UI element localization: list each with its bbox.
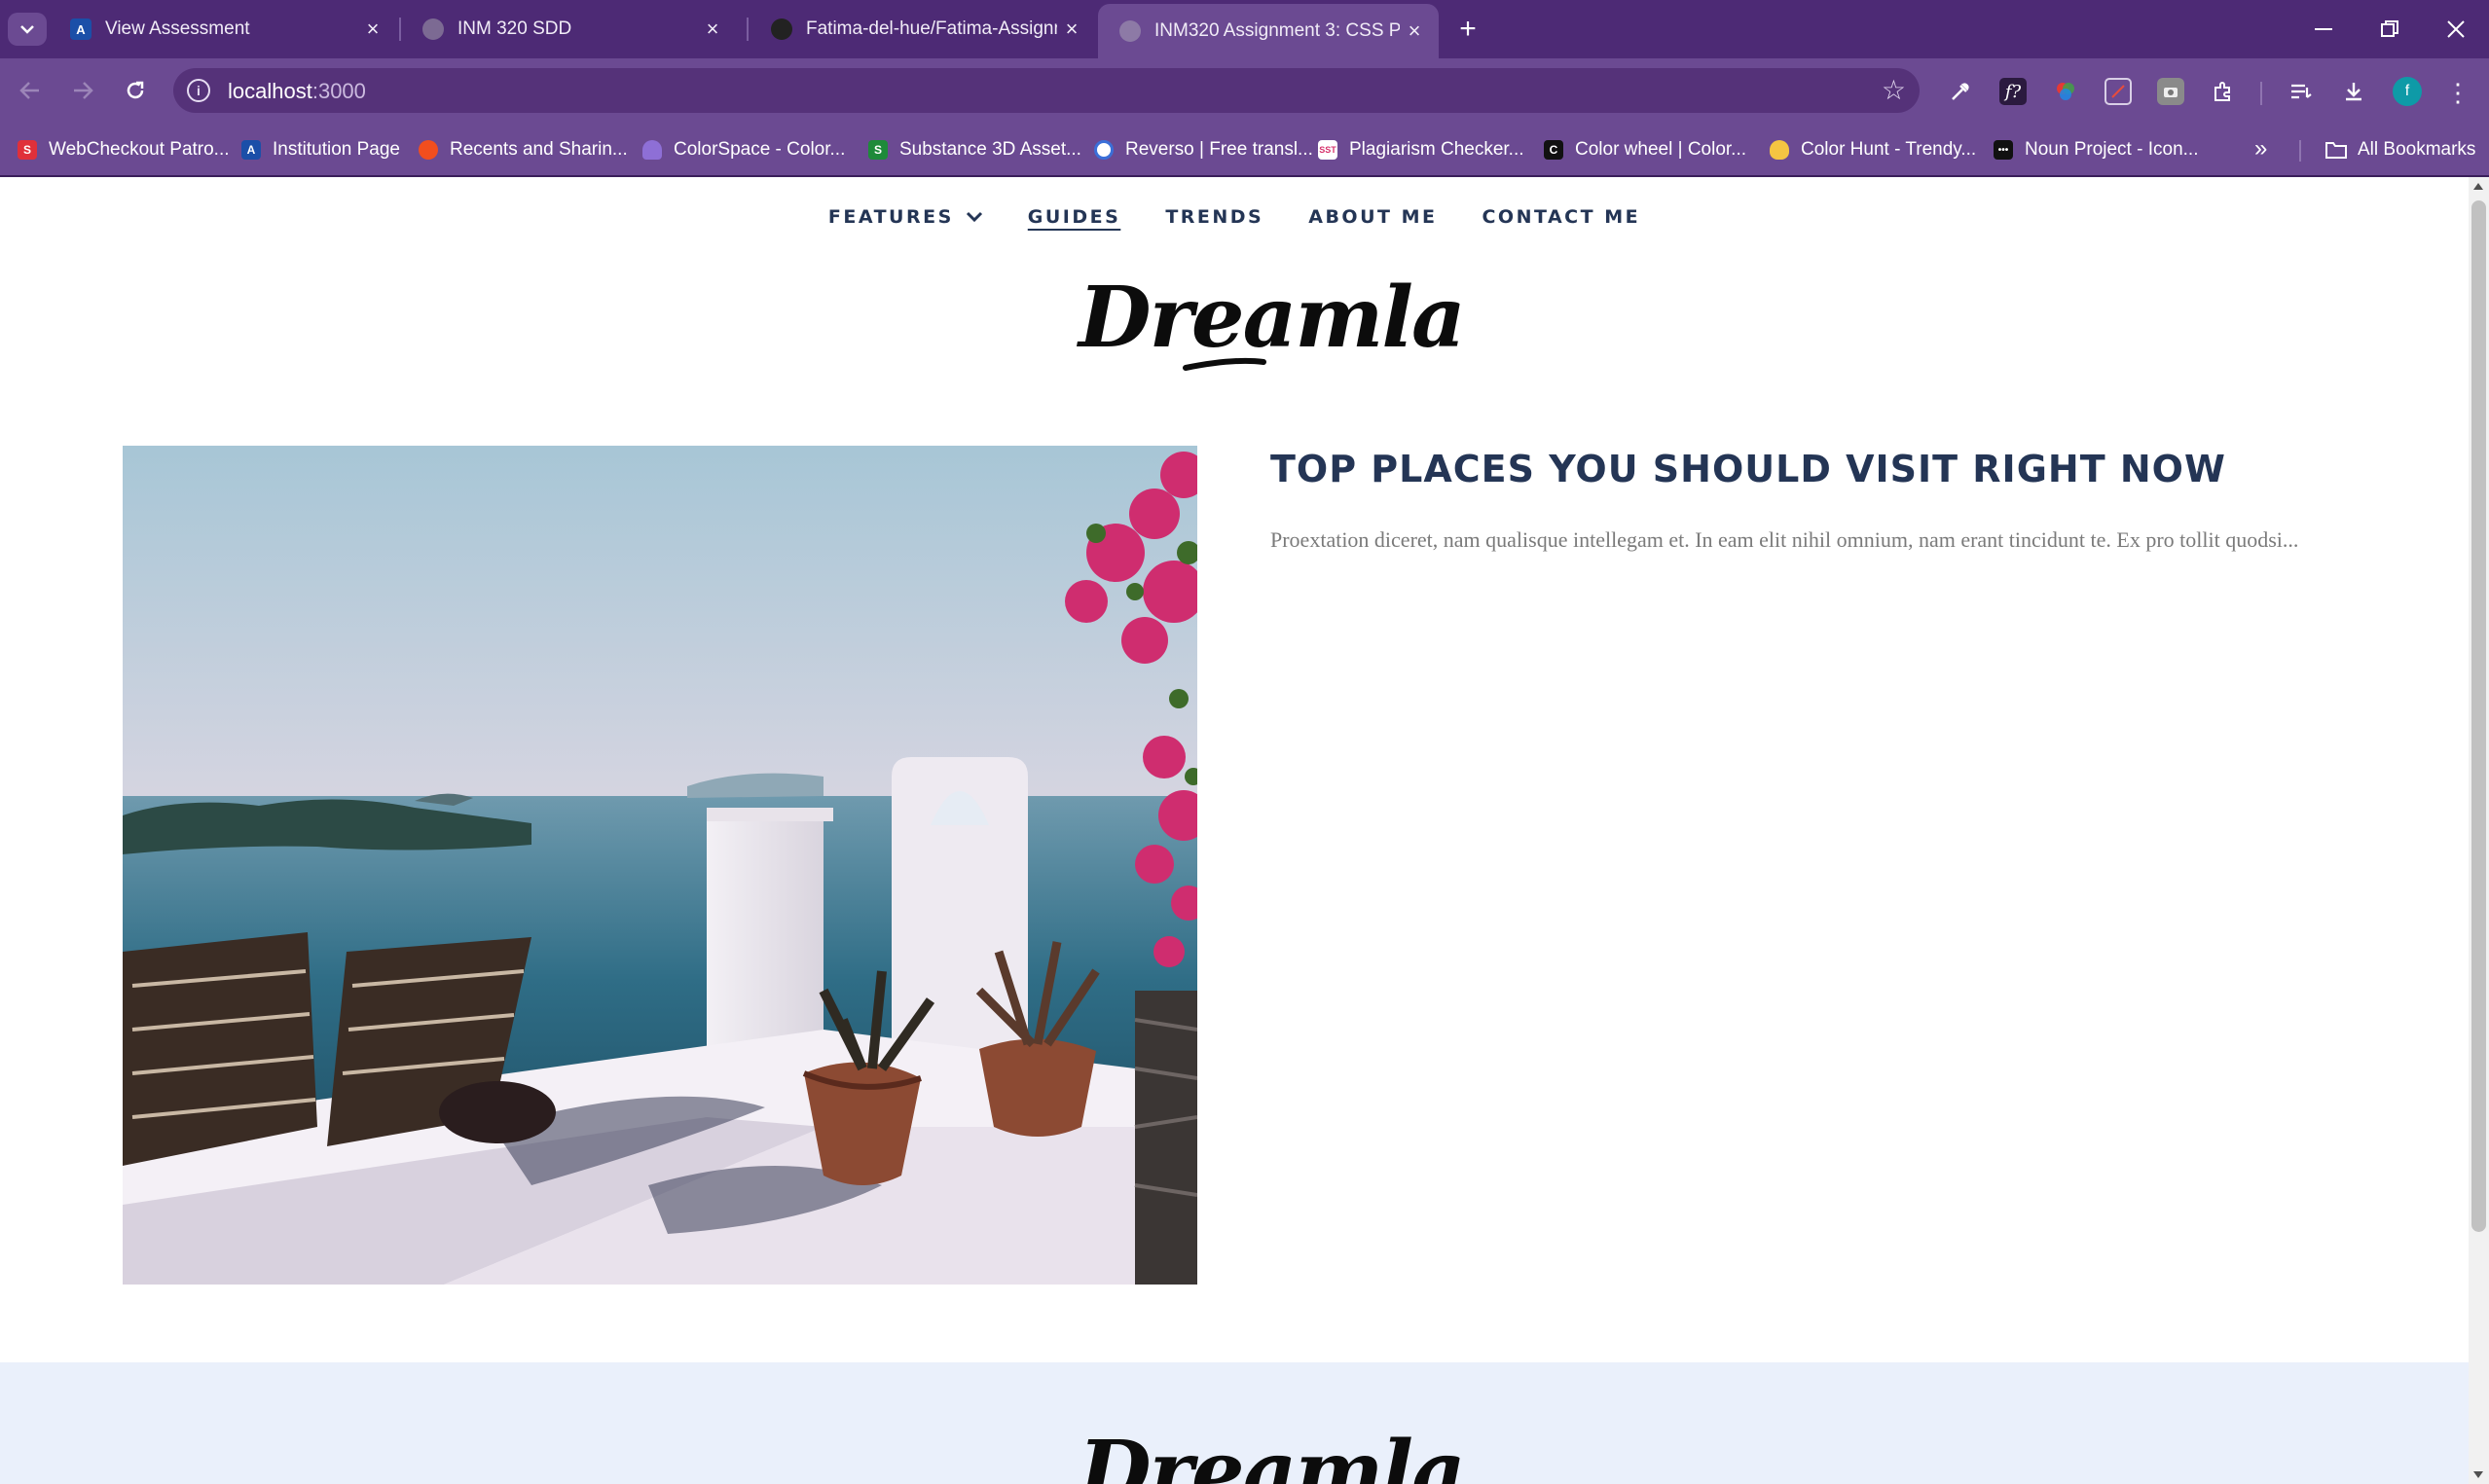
web-page: FEATURES GUIDES TRENDS ABOUT ME CONTACT …	[0, 177, 2469, 1484]
globe-icon	[1119, 20, 1141, 42]
anthology-icon: A	[241, 140, 261, 160]
color-picker-extension-icon[interactable]	[2052, 78, 2079, 105]
reading-list-icon[interactable]	[2288, 78, 2315, 105]
nav-trends[interactable]: TRENDS	[1165, 206, 1263, 228]
nav-contact-me[interactable]: CONTACT ME	[1482, 206, 1640, 228]
bookmark-institution-page[interactable]: A Institution Page	[241, 135, 400, 164]
whatfont-extension-icon[interactable]: f?	[1999, 78, 2027, 105]
bookmark-plagiarism-checker[interactable]: SST Plagiarism Checker...	[1318, 135, 1524, 164]
tab-divider	[747, 18, 749, 41]
close-window-button[interactable]	[2432, 10, 2480, 49]
nav-guides[interactable]: GUIDES	[1028, 206, 1121, 228]
site-navigation: FEATURES GUIDES TRENDS ABOUT ME CONTACT …	[0, 206, 2469, 228]
colorwheel-icon: C	[1544, 140, 1563, 160]
downloads-icon[interactable]	[2340, 78, 2367, 105]
forward-button[interactable]	[66, 74, 99, 107]
camera-extension-icon[interactable]	[2157, 78, 2184, 105]
new-tab-button[interactable]: +	[1450, 12, 1485, 47]
scrollbar-thumb[interactable]	[2471, 200, 2486, 1232]
tab-inm320-assignment-3[interactable]: INM320 Assignment 3: CSS Prep ×	[1098, 4, 1439, 58]
browser-toolbar: i localhost:3000 ☆ f? f ⋮	[0, 58, 2489, 123]
nav-about-me[interactable]: ABOUT ME	[1308, 206, 1437, 228]
more-bookmarks-icon[interactable]: »	[2254, 135, 2267, 163]
nav-features[interactable]: FEATURES	[828, 206, 983, 228]
sst-icon: SST	[1318, 140, 1337, 160]
bookmark-noun-project[interactable]: ••• Noun Project - Icon...	[1994, 135, 2198, 164]
close-tab-icon[interactable]: ×	[1400, 17, 1429, 46]
figma-icon	[419, 140, 438, 160]
bookmark-reverso[interactable]: Reverso | Free transl...	[1094, 135, 1313, 164]
chevron-down-icon	[966, 211, 982, 223]
all-bookmarks-folder[interactable]: All Bookmarks	[2324, 135, 2475, 164]
scroll-up-arrow-icon[interactable]	[2473, 183, 2483, 190]
page-scrollbar[interactable]	[2469, 177, 2489, 1484]
restore-icon	[2381, 20, 2398, 37]
webcheckout-icon: S	[18, 140, 37, 160]
close-tab-icon[interactable]: ×	[1057, 15, 1086, 44]
bookmarks-bar: S WebCheckout Patro... A Institution Pag…	[0, 123, 2489, 177]
reload-icon	[127, 81, 144, 99]
eyedropper-extension-icon[interactable]	[1947, 78, 1974, 105]
close-icon	[2447, 20, 2465, 38]
bookmarks-divider	[2299, 140, 2301, 162]
bookmark-star-icon[interactable]: ☆	[1882, 74, 1906, 106]
footer-section: Dreamla	[0, 1362, 2469, 1484]
post-excerpt: Proextation diceret, nam qualisque intel…	[1270, 527, 2299, 552]
arrow-left-icon	[19, 82, 39, 99]
anthology-icon: A	[70, 18, 92, 40]
globe-icon	[422, 18, 444, 40]
extensions-puzzle-icon[interactable]	[2210, 78, 2237, 105]
colorspace-icon	[642, 140, 662, 160]
tab-view-assessment[interactable]: A View Assessment ×	[49, 7, 397, 52]
close-tab-icon[interactable]: ×	[698, 15, 727, 44]
more-menu-icon[interactable]: ⋮	[2443, 76, 2472, 109]
substance-icon: S	[868, 140, 888, 160]
address-bar[interactable]: i localhost:3000 ☆	[173, 68, 1920, 113]
tab-inm-320-sdd[interactable]: INM 320 SDD ×	[401, 7, 737, 52]
bookmark-webcheckout[interactable]: S WebCheckout Patro...	[18, 135, 230, 164]
footer-logo[interactable]: Dreamla	[1079, 1430, 1466, 1484]
profile-avatar[interactable]: f	[2393, 77, 2422, 106]
reverso-icon	[1094, 140, 1114, 160]
santorini-terrace-photo	[123, 446, 1197, 1285]
toolbar-divider	[2260, 82, 2262, 105]
site-info-icon[interactable]: i	[187, 79, 210, 102]
screenshot-extension-icon[interactable]	[2105, 78, 2132, 105]
post-image[interactable]	[123, 446, 1197, 1285]
tab-search-button[interactable]	[8, 13, 47, 46]
bookmark-colorspace[interactable]: ColorSpace - Color...	[642, 135, 845, 164]
bookmark-figma-recents[interactable]: Recents and Sharin...	[419, 135, 628, 164]
github-icon	[771, 18, 792, 40]
chevron-down-icon	[20, 25, 34, 34]
close-tab-icon[interactable]: ×	[358, 15, 387, 44]
url-text: localhost:3000	[228, 79, 366, 103]
restore-button[interactable]	[2365, 10, 2414, 49]
bookmark-color-wheel[interactable]: C Color wheel | Color...	[1544, 135, 1746, 164]
arrow-right-icon	[74, 82, 93, 99]
bookmark-substance-3d[interactable]: S Substance 3D Asset...	[868, 135, 1081, 164]
minimize-icon	[2315, 28, 2332, 30]
post-title[interactable]: TOP PLACES YOU SHOULD VISIT RIGHT NOW	[1270, 448, 2226, 490]
colorhunt-icon	[1770, 140, 1789, 160]
bookmark-color-hunt[interactable]: Color Hunt - Trendy...	[1770, 135, 1976, 164]
back-button[interactable]	[14, 74, 47, 107]
nounproject-icon: •••	[1994, 140, 2013, 160]
site-logo[interactable]: Dreamla	[1079, 276, 1466, 378]
tab-github-repo[interactable]: Fatima-del-hue/Fatima-Assignm ×	[750, 7, 1096, 52]
tab-strip: A View Assessment × INM 320 SDD × Fatima…	[0, 0, 2489, 58]
minimize-button[interactable]	[2299, 10, 2348, 49]
folder-icon	[2325, 142, 2347, 159]
reload-button[interactable]	[119, 74, 152, 107]
scroll-down-arrow-icon[interactable]	[2473, 1471, 2483, 1478]
